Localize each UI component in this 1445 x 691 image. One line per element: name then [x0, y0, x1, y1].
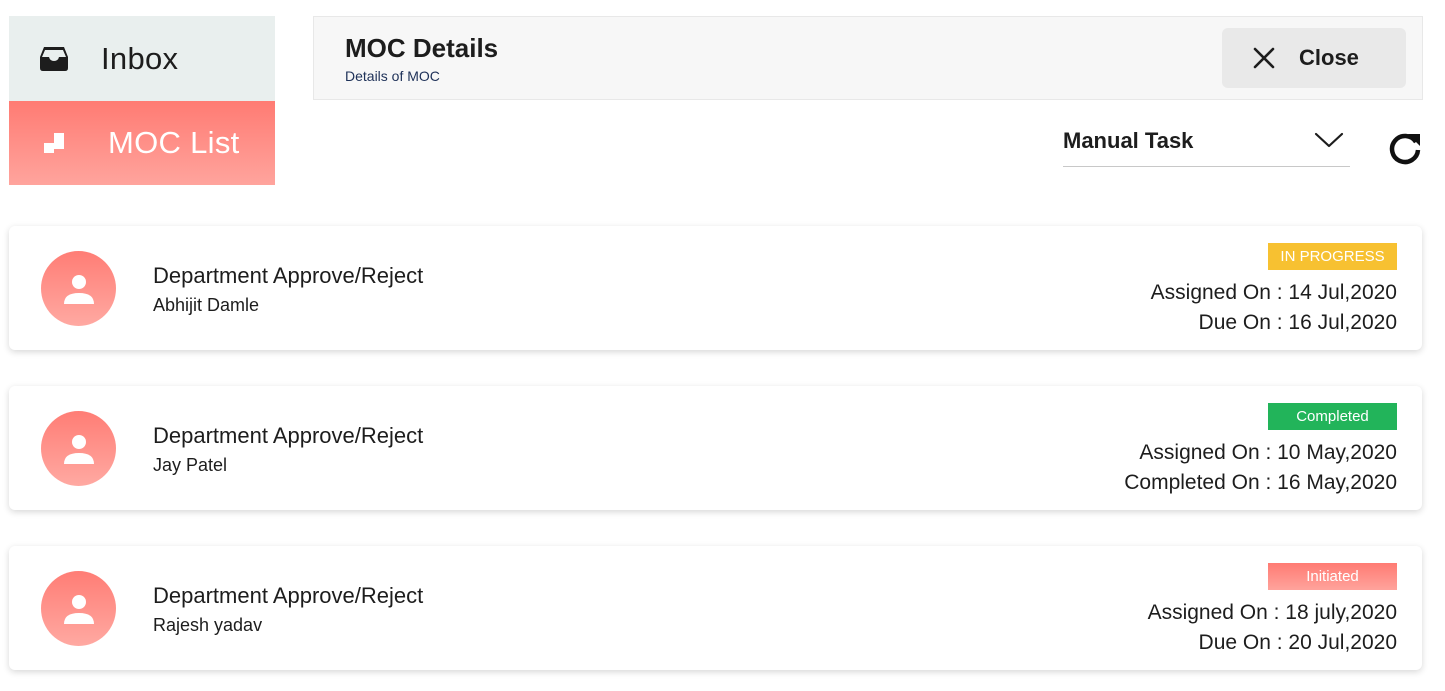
close-icon — [1253, 47, 1275, 69]
task-title: Department Approve/Reject — [153, 263, 424, 288]
inbox-icon — [39, 44, 69, 74]
assigned-date: Assigned On : 14 Jul,2020 — [1150, 281, 1397, 304]
task-card[interactable]: Department Approve/Reject Jay Patel Comp… — [9, 386, 1422, 510]
sidebar: Inbox MOC List — [9, 16, 275, 185]
page-title: MOC Details — [345, 33, 499, 63]
assigned-date: Assigned On : 18 july,2020 — [1147, 601, 1397, 624]
task-assignee: Abhijit Damle — [153, 295, 260, 315]
task-type-select[interactable]: Manual Task — [1063, 124, 1350, 167]
sidebar-item-moc-list[interactable]: MOC List — [9, 101, 275, 185]
task-card[interactable]: Department Approve/Reject Rajesh yadav I… — [9, 546, 1422, 670]
due-date: Due On : 16 Jul,2020 — [1198, 311, 1397, 334]
close-button-label: Close — [1299, 45, 1359, 70]
moc-list-icon — [39, 128, 69, 158]
close-button[interactable]: Close — [1222, 28, 1406, 88]
user-icon — [63, 594, 94, 624]
sidebar-item-label: MOC List — [108, 125, 240, 160]
task-type-selected: Manual Task — [1063, 128, 1194, 153]
sidebar-item-inbox[interactable]: Inbox — [9, 16, 275, 101]
avatar — [41, 251, 116, 326]
task-assignee: Rajesh yadav — [153, 615, 263, 635]
user-icon — [63, 274, 94, 304]
status-badge: Initiated — [1268, 563, 1397, 590]
completed-date: Completed On : 16 May,2020 — [1124, 471, 1397, 494]
avatar — [41, 571, 116, 646]
task-title: Department Approve/Reject — [153, 423, 424, 448]
user-icon — [63, 434, 94, 464]
task-assignee: Jay Patel — [153, 455, 228, 475]
status-badge: Completed — [1268, 403, 1397, 430]
due-date: Due On : 20 Jul,2020 — [1198, 631, 1397, 654]
sidebar-item-label: Inbox — [101, 40, 179, 76]
task-title: Department Approve/Reject — [153, 583, 424, 608]
avatar — [41, 411, 116, 486]
chevron-down-icon — [1314, 132, 1344, 148]
status-badge: IN PROGRESS — [1268, 243, 1397, 270]
page-subtitle: Details of MOC — [345, 68, 440, 84]
refresh-icon[interactable] — [1387, 130, 1423, 166]
details-header: MOC Details Details of MOC Close — [313, 16, 1423, 100]
assigned-date: Assigned On : 10 May,2020 — [1139, 441, 1397, 464]
task-card[interactable]: Department Approve/Reject Abhijit Damle … — [9, 226, 1422, 350]
